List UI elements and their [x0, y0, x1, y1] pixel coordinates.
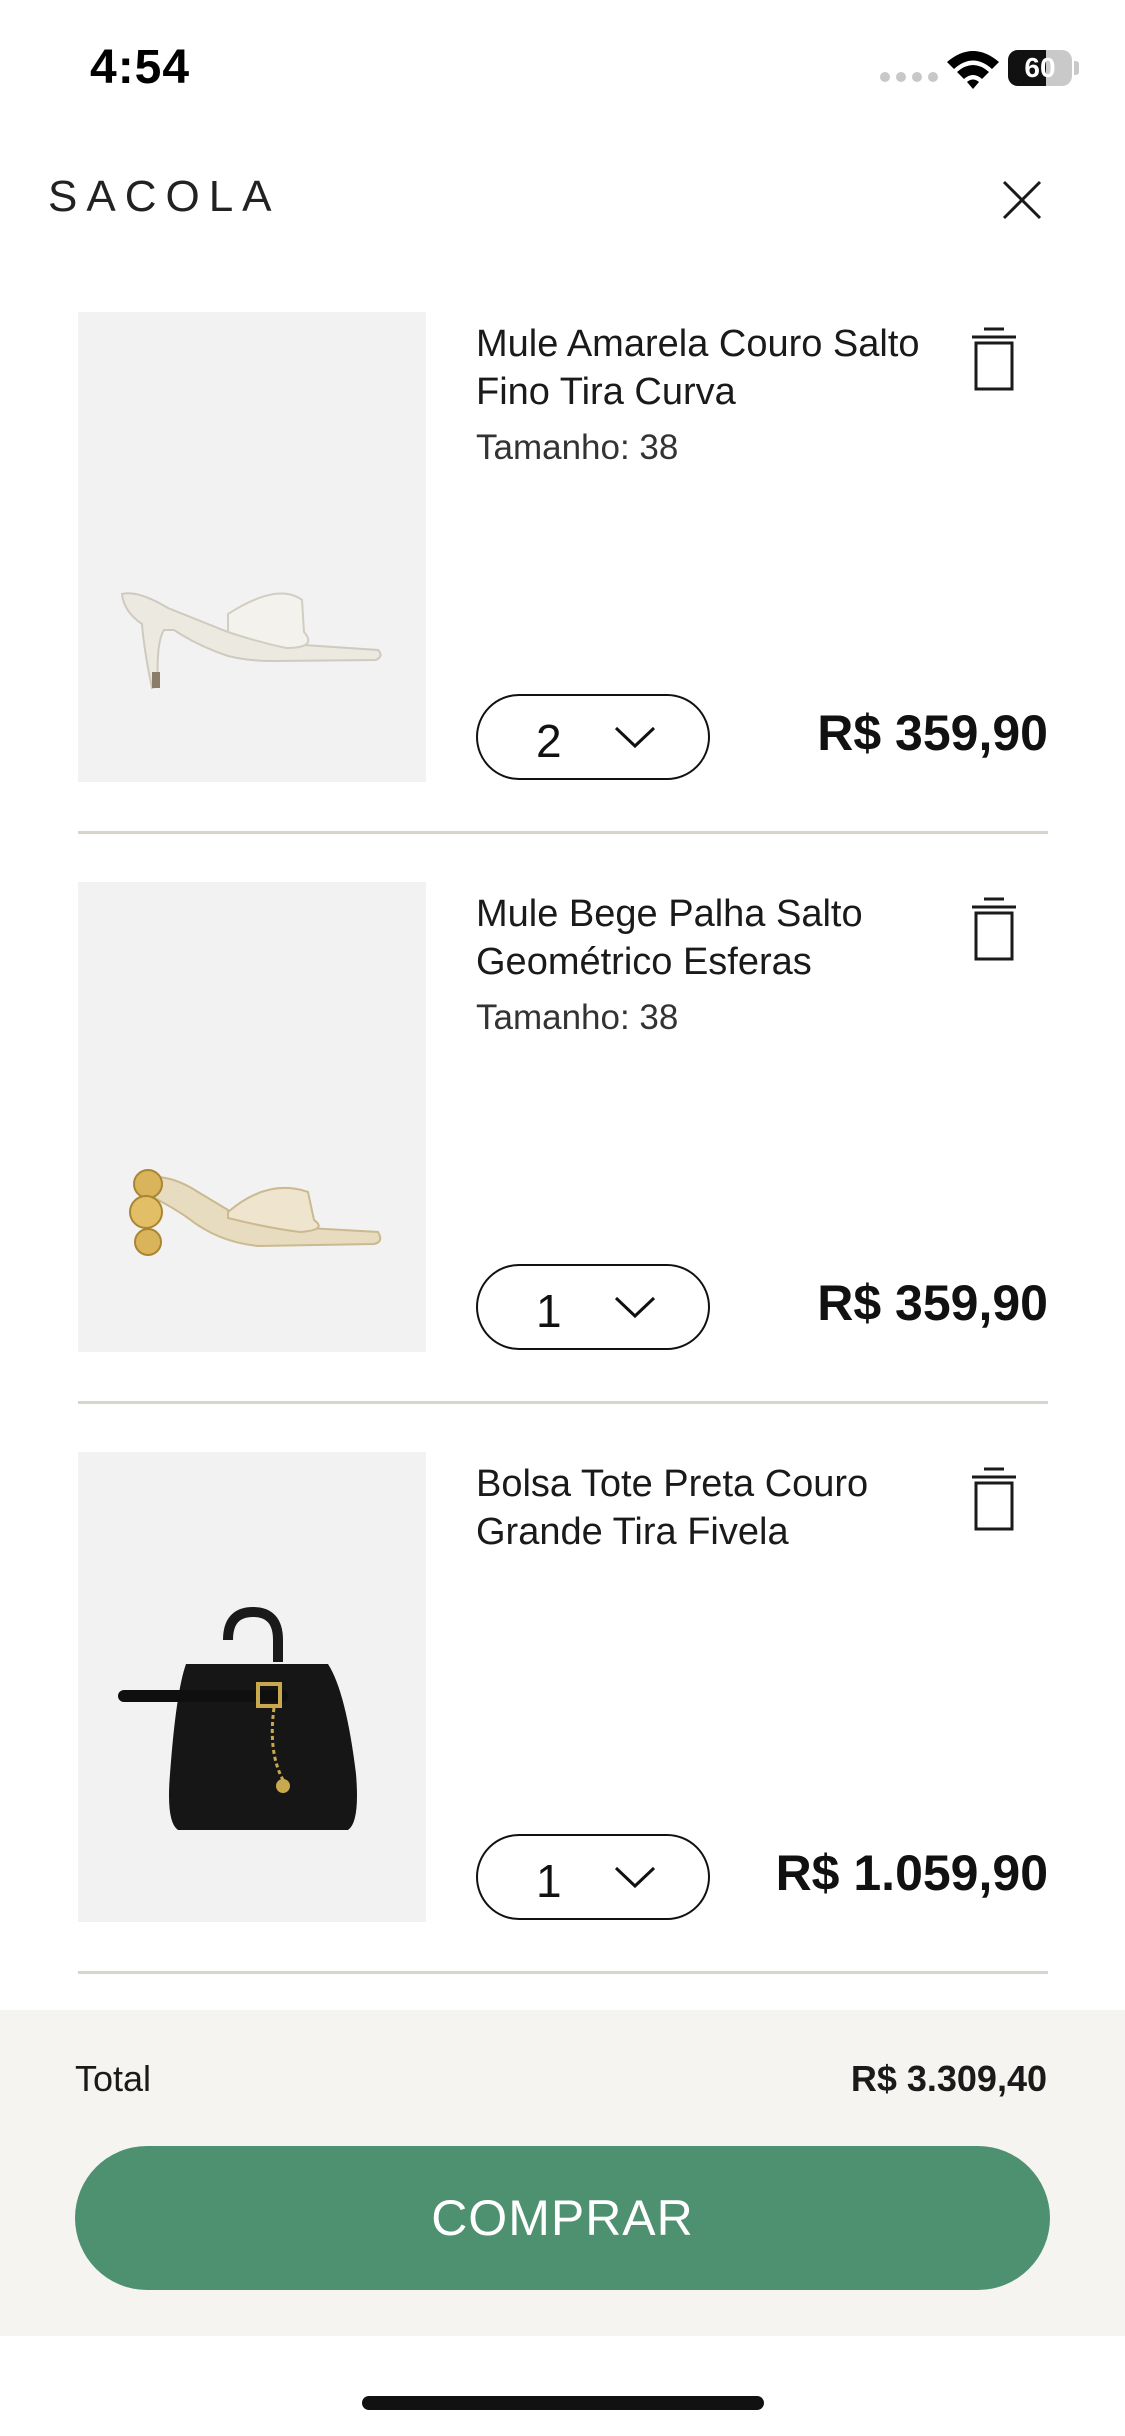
total-value: R$ 3.309,40 — [850, 2058, 1047, 2099]
product-image-white-mule[interactable] — [78, 312, 426, 782]
divider — [78, 831, 1048, 834]
trash-icon[interactable] — [968, 896, 1020, 962]
cart-item: Mule Amarela Couro Salto Fino Tira Curva… — [78, 312, 1048, 832]
product-name[interactable]: Mule Bege Palha Salto Geométrico Esferas — [476, 890, 926, 986]
quantity-selector[interactable]: 2 — [476, 694, 710, 780]
signal-icon — [880, 72, 938, 82]
home-indicator[interactable] — [362, 2396, 764, 2410]
product-name[interactable]: Mule Amarela Couro Salto Fino Tira Curva — [476, 320, 926, 416]
total-label: Total — [75, 2058, 152, 2099]
chevron-down-icon — [614, 1296, 656, 1319]
chevron-down-icon — [614, 726, 656, 749]
product-image-black-tote[interactable] — [78, 1452, 426, 1922]
product-price: R$ 359,90 — [817, 705, 1048, 761]
quantity-selector[interactable]: 1 — [476, 1264, 710, 1350]
status-bar: 4:54 60 — [0, 0, 1125, 140]
close-icon[interactable] — [990, 168, 1054, 232]
wifi-icon — [947, 51, 999, 89]
status-time: 4:54 — [90, 41, 191, 94]
product-name[interactable]: Bolsa Tote Preta Couro Grande Tira Fivel… — [476, 1460, 926, 1556]
chevron-down-icon — [614, 1866, 656, 1889]
battery-level-text: 60 — [1024, 52, 1056, 83]
buy-button[interactable]: COMPRAR — [75, 2146, 1050, 2290]
checkout-footer: Total R$ 3.309,40 COMPRAR — [0, 2010, 1125, 2336]
battery-icon: 60 — [1008, 50, 1079, 86]
product-size: Tamanho: 38 — [476, 428, 679, 467]
product-price: R$ 1.059,90 — [775, 1845, 1048, 1901]
product-image-beige-mule[interactable] — [78, 882, 426, 1352]
quantity-value: 1 — [536, 1285, 562, 1337]
quantity-value: 2 — [536, 715, 562, 767]
cart-item: Bolsa Tote Preta Couro Grande Tira Fivel… — [78, 1452, 1048, 1972]
trash-icon[interactable] — [968, 326, 1020, 392]
divider — [78, 1971, 1048, 1974]
cart-item: Mule Bege Palha Salto Geométrico Esferas… — [78, 882, 1048, 1402]
page-title: SACOLA — [48, 172, 281, 221]
quantity-selector[interactable]: 1 — [476, 1834, 710, 1920]
quantity-value: 1 — [536, 1855, 562, 1907]
trash-icon[interactable] — [968, 1466, 1020, 1532]
product-size: Tamanho: 38 — [476, 998, 679, 1037]
product-price: R$ 359,90 — [817, 1275, 1048, 1331]
divider — [78, 1401, 1048, 1404]
